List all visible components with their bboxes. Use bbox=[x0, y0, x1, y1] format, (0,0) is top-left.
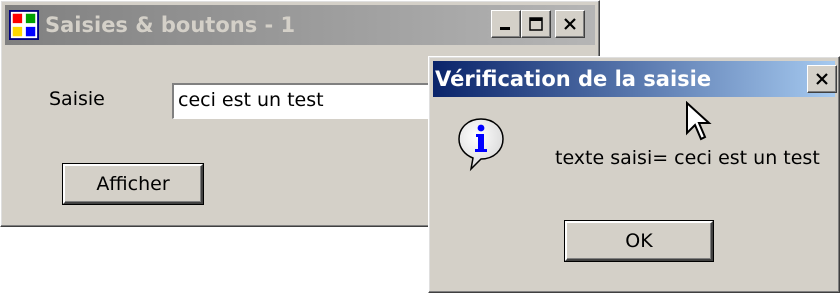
dialog-message: texte saisi= ceci est un test bbox=[555, 147, 820, 169]
app-window-icon bbox=[9, 10, 39, 40]
close-icon bbox=[816, 73, 828, 85]
dialog-close-button[interactable] bbox=[807, 65, 837, 93]
close-button[interactable] bbox=[555, 10, 585, 38]
main-window-title: Saisies & boutons - 1 bbox=[45, 13, 296, 37]
info-icon bbox=[458, 118, 504, 172]
ok-button[interactable]: OK bbox=[565, 221, 713, 261]
saisie-input[interactable]: ceci est un test bbox=[172, 83, 472, 119]
mouse-pointer-icon bbox=[686, 101, 712, 141]
maximize-button[interactable] bbox=[521, 10, 551, 38]
minimize-icon bbox=[500, 27, 510, 30]
main-window-titlebar[interactable]: Saisies & boutons - 1 bbox=[5, 5, 595, 45]
afficher-button[interactable]: Afficher bbox=[63, 164, 203, 204]
minimize-button[interactable] bbox=[491, 10, 521, 38]
input-label: Saisie bbox=[49, 88, 105, 110]
maximize-icon bbox=[529, 17, 543, 31]
message-dialog: Vérification de la saisie texte saisi= c… bbox=[428, 56, 840, 293]
close-icon bbox=[564, 18, 576, 30]
dialog-title: Vérification de la saisie bbox=[435, 67, 712, 91]
dialog-titlebar[interactable]: Vérification de la saisie bbox=[433, 61, 837, 97]
